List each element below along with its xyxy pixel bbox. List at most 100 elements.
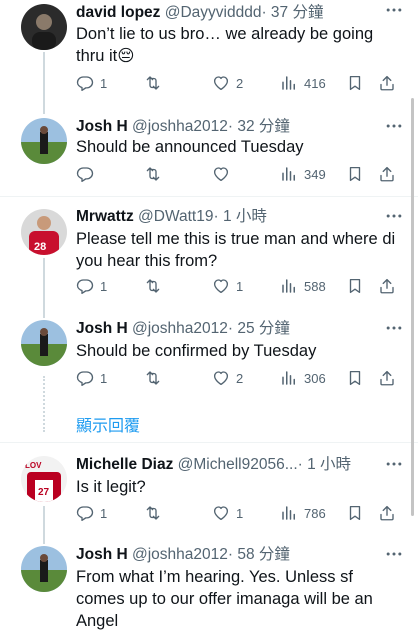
views-icon xyxy=(280,504,298,522)
author-handle[interactable]: @joshha2012 xyxy=(132,546,228,563)
more-icon[interactable] xyxy=(384,320,404,336)
bookmark-button[interactable] xyxy=(346,163,364,185)
show-replies-link[interactable]: 顯示回覆 xyxy=(76,412,140,436)
reply-button[interactable] xyxy=(76,163,100,185)
retweet-icon xyxy=(144,277,162,295)
scrollbar[interactable] xyxy=(411,98,414,516)
author-name[interactable]: Josh H xyxy=(76,546,128,563)
svg-text:27: 27 xyxy=(38,487,50,498)
bookmark-button[interactable] xyxy=(346,367,364,389)
retweet-icon xyxy=(144,504,162,522)
author-name[interactable]: Michelle Diaz xyxy=(76,456,173,473)
share-button[interactable] xyxy=(378,163,396,185)
avatar[interactable]: 28 xyxy=(21,209,67,255)
reply-button[interactable]: 1 xyxy=(76,367,107,389)
author-name[interactable]: Josh H xyxy=(76,118,128,135)
timestamp[interactable]: · 58 分鐘 xyxy=(228,546,290,563)
avatar[interactable] xyxy=(21,4,67,50)
retweet-icon xyxy=(144,165,162,183)
timestamp[interactable]: · 37 分鐘 xyxy=(261,4,323,21)
bookmark-button[interactable] xyxy=(346,72,364,94)
share-icon xyxy=(378,504,396,522)
timestamp[interactable]: · 25 分鐘 xyxy=(228,320,290,337)
bookmark-icon xyxy=(346,74,364,92)
tweet-text: Don’t lie to us bro… we already be going… xyxy=(76,25,374,65)
author-handle[interactable]: @DWatt19 xyxy=(138,208,213,225)
like-button[interactable]: 2 xyxy=(212,367,243,389)
views-button[interactable]: 588 xyxy=(280,275,326,297)
author-name[interactable]: Mrwattz xyxy=(76,208,134,225)
retweet-button[interactable] xyxy=(144,163,168,185)
tweet-text: Should be announced Tuesday xyxy=(76,138,304,156)
retweet-icon xyxy=(144,74,162,92)
timestamp[interactable]: · 1 小時 xyxy=(213,208,266,225)
reply-button[interactable]: 1 xyxy=(76,72,107,94)
share-button[interactable] xyxy=(378,367,396,389)
tweet[interactable]: Josh H @joshha2012· 25 分鐘 Should be conf… xyxy=(0,318,418,432)
author-handle[interactable]: @Dayyvidddd xyxy=(165,4,262,21)
reply-count: 1 xyxy=(100,278,108,294)
tweet[interactable]: david lopez @Dayyvidddd· 37 分鐘 Don’t lie… xyxy=(0,0,418,114)
like-button[interactable]: 1 xyxy=(212,275,243,297)
retweet-button[interactable] xyxy=(144,367,168,389)
views-button[interactable]: 416 xyxy=(280,72,326,94)
tweet[interactable]: 27 LOV Michelle Diaz @Michell92056...· 1 … xyxy=(0,454,418,544)
tweet[interactable]: 28 Mrwattz @DWatt19· 1 小時 Please tell me… xyxy=(0,206,418,318)
like-icon xyxy=(212,369,230,387)
author-name[interactable]: david lopez xyxy=(76,4,160,21)
bookmark-icon xyxy=(346,277,364,295)
avatar[interactable]: 27 LOV xyxy=(21,456,67,502)
like-button[interactable]: 2 xyxy=(212,72,243,94)
tweet[interactable]: Josh H @joshha2012· 58 分鐘 From what I’m … xyxy=(0,544,418,640)
like-icon xyxy=(212,165,230,183)
reply-count: 1 xyxy=(100,505,108,521)
author-handle[interactable]: @joshha2012 xyxy=(132,118,228,135)
tweet-text: Should be confirmed by Tuesday xyxy=(76,342,317,360)
views-icon xyxy=(280,277,298,295)
more-icon[interactable] xyxy=(384,546,404,562)
retweet-button[interactable] xyxy=(144,502,168,524)
avatar[interactable] xyxy=(21,320,67,366)
share-button[interactable] xyxy=(378,72,396,94)
author-handle[interactable]: @Michell92056... xyxy=(178,456,298,473)
author-handle[interactable]: @joshha2012 xyxy=(132,320,228,337)
views-button[interactable]: 786 xyxy=(280,502,326,524)
tweet-text: Is it legit? xyxy=(76,478,146,496)
more-icon[interactable] xyxy=(384,2,404,18)
retweet-button[interactable] xyxy=(144,275,168,297)
avatar[interactable] xyxy=(21,546,67,592)
like-button[interactable] xyxy=(212,163,236,185)
svg-text:LOV: LOV xyxy=(25,461,42,470)
like-button[interactable]: 1 xyxy=(212,502,243,524)
tweet[interactable]: Josh H @joshha2012· 32 分鐘 Should be anno… xyxy=(0,116,418,196)
author-name[interactable]: Josh H xyxy=(76,320,128,337)
like-icon xyxy=(212,277,230,295)
bookmark-icon xyxy=(346,369,364,387)
more-icon[interactable] xyxy=(384,456,404,472)
bookmark-button[interactable] xyxy=(346,275,364,297)
tweet-text: From what I’m hearing. Yes. Unless sf co… xyxy=(76,568,373,630)
more-icon[interactable] xyxy=(384,118,404,134)
bookmark-button[interactable] xyxy=(346,502,364,524)
views-count: 306 xyxy=(304,370,326,386)
bookmark-icon xyxy=(346,165,364,183)
views-button[interactable]: 349 xyxy=(280,163,326,185)
views-icon xyxy=(280,165,298,183)
thread-line xyxy=(43,506,45,544)
reply-icon xyxy=(76,504,94,522)
reply-button[interactable]: 1 xyxy=(76,502,107,524)
reply-button[interactable]: 1 xyxy=(76,275,107,297)
share-button[interactable] xyxy=(378,275,396,297)
like-count: 2 xyxy=(236,75,244,91)
thread-line xyxy=(43,52,45,114)
share-button[interactable] xyxy=(378,502,396,524)
share-icon xyxy=(378,74,396,92)
thread-line xyxy=(43,258,45,318)
share-icon xyxy=(378,369,396,387)
views-button[interactable]: 306 xyxy=(280,367,326,389)
timestamp[interactable]: · 1 小時 xyxy=(298,456,351,473)
retweet-button[interactable] xyxy=(144,72,168,94)
more-icon[interactable] xyxy=(384,208,404,224)
timestamp[interactable]: · 32 分鐘 xyxy=(228,118,290,135)
avatar[interactable] xyxy=(21,118,67,164)
